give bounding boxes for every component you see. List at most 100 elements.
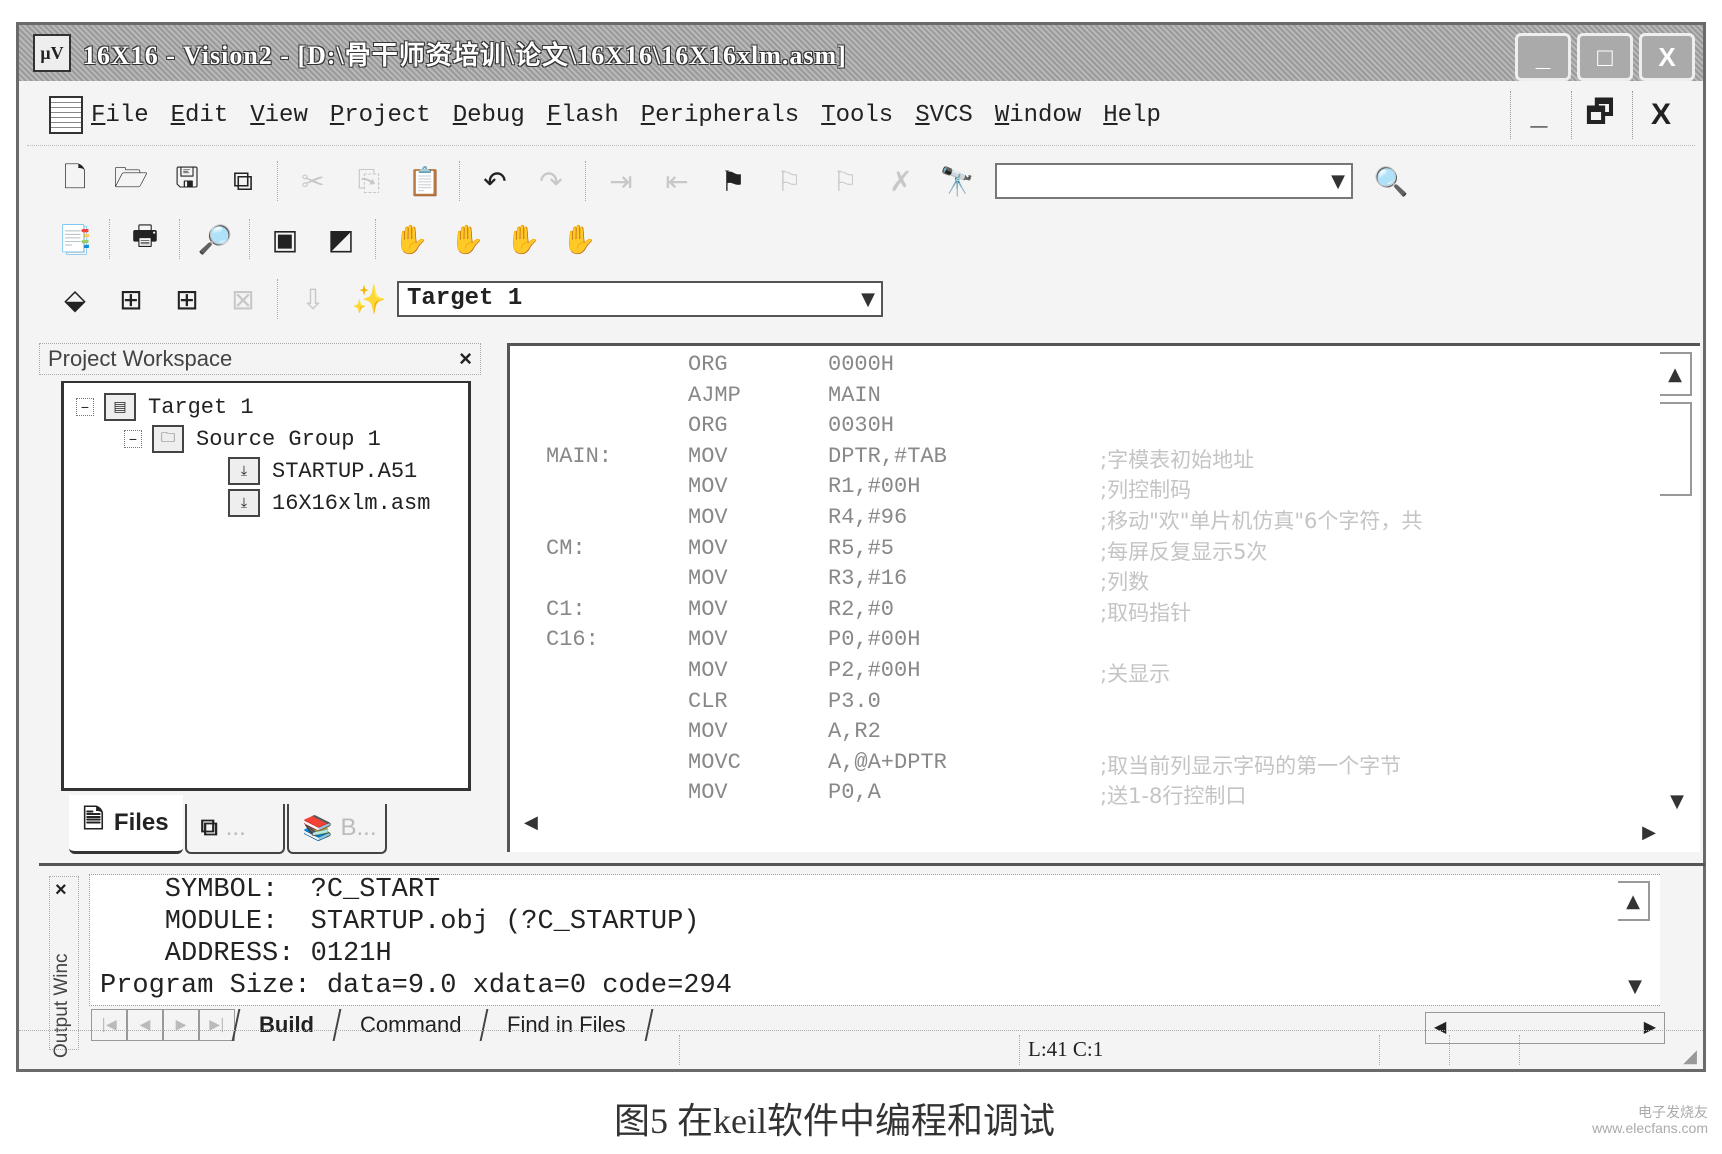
tree-node-target[interactable]: − ▤ Target 1 [76, 393, 254, 421]
bookmark-prev-icon[interactable]: ⚐ [769, 161, 809, 201]
find-icon[interactable]: 🔎 [195, 219, 235, 259]
binoculars-icon[interactable]: 🔍 [1371, 161, 1411, 201]
stop-build-icon[interactable]: ⊠ [223, 279, 263, 319]
code-comment: ;取码指针 [1100, 600, 1192, 625]
tab-books[interactable]: 📚 B... [286, 804, 387, 854]
scroll-down-button[interactable]: ▼ [1620, 971, 1650, 1001]
load-icon[interactable]: ⇩ [293, 279, 333, 319]
toolbar-separator [375, 219, 377, 259]
paste-icon[interactable]: 📋 [405, 161, 445, 201]
copy-icon[interactable]: ⎘ [349, 161, 389, 201]
bookmark-toggle-icon[interactable]: ⚑ [713, 161, 753, 201]
cursor-position: L:41 C:1 [1019, 1035, 1379, 1065]
document-icon[interactable] [49, 96, 83, 134]
find-in-files-icon[interactable]: 🔭 [937, 161, 977, 201]
tree-node-label: STARTUP.A51 [272, 458, 418, 484]
code-comment: ;每屏反复显示5次 [1100, 539, 1268, 564]
redo-icon[interactable]: ↷ [531, 161, 571, 201]
output-line: Program Size: data=9.0 xdata=0 code=294 [100, 971, 732, 1001]
menu-file[interactable]: File [91, 102, 149, 129]
code-opcode: ORG [688, 413, 728, 439]
vertical-scrollbar-thumb[interactable] [1660, 402, 1692, 496]
output-toggle-icon[interactable]: ◩ [321, 219, 361, 259]
scroll-up-button[interactable]: ▲ [1618, 881, 1650, 921]
menu-debug[interactable]: Debug [453, 102, 525, 129]
resize-grip-icon[interactable]: ◢ [1683, 1046, 1697, 1067]
scroll-right-button[interactable]: ▶ [1642, 822, 1656, 843]
watermark-logo-text: 电子发烧友 [1638, 1104, 1708, 1120]
save-all-icon[interactable]: ⧉ [223, 161, 263, 201]
menu-peripherals[interactable]: Peripherals [641, 102, 799, 129]
close-button[interactable]: X [1639, 33, 1695, 81]
output-window-handle[interactable]: × Output Winc [49, 876, 79, 1058]
menu-project[interactable]: Project [330, 102, 431, 129]
code-operand: R3,#16 [828, 566, 908, 592]
toolbar-separator [585, 161, 587, 201]
menu-svcs[interactable]: SVCS [915, 102, 973, 129]
mdi-close-button[interactable]: X [1632, 91, 1689, 139]
mdi-minimize-button[interactable]: _ [1510, 91, 1567, 139]
menu-tools[interactable]: Tools [821, 102, 893, 129]
build-output[interactable]: SYMBOL: ?C_START MODULE: STARTUP.obj (?C… [89, 874, 1660, 1006]
status-bar: L:41 C:1 ◢ [19, 1030, 1703, 1069]
mdi-restore-button[interactable]: 🗗 [1571, 91, 1628, 139]
collapse-icon[interactable]: − [76, 398, 94, 416]
new-file-icon[interactable]: 🗋 [55, 161, 95, 201]
tab-regs[interactable]: ⧉ ... [184, 804, 285, 854]
project-workspace-panel: Project Workspace × − ▤ Target 1 − 🗀 Sou… [39, 343, 481, 854]
menu-edit[interactable]: Edit [171, 102, 229, 129]
workspace-toggle-icon[interactable]: ▣ [265, 219, 305, 259]
code-opcode: MOV [688, 443, 728, 469]
bookmark-clear-icon[interactable]: ✗ [881, 161, 921, 201]
code-operand: 0000H [828, 352, 895, 377]
minimize-button[interactable]: _ [1515, 33, 1571, 81]
breakpoint-disable-icon[interactable]: ✋ [503, 219, 543, 259]
tab-files[interactable]: 🗎 Files [69, 795, 183, 854]
workspace-tabs: 🗎 Files ⧉ ... 📚 B... [69, 795, 389, 854]
breakpoint-kill-icon[interactable]: ✋ [559, 219, 599, 259]
code-opcode: AJMP [688, 382, 741, 408]
translate-icon[interactable]: ⬙ [55, 279, 95, 319]
bookmark-next-icon[interactable]: ⚐ [825, 161, 865, 201]
title-bar[interactable]: μV 16X16 - Vision2 - [D:\骨干师资培训\论文\16X16… [19, 25, 1703, 81]
code-comment: ;列数 [1100, 570, 1150, 595]
uv-icon: μV [33, 34, 71, 72]
folder-icon: 🗀 [152, 425, 184, 453]
tree-node-file[interactable]: ⤓ 16X16xlm.asm [228, 489, 430, 517]
close-icon[interactable]: × [55, 879, 67, 902]
project-tree: − ▤ Target 1 − 🗀 Source Group 1 ⤓ STARTU… [61, 381, 471, 791]
print-icon[interactable]: 🖶 [125, 219, 165, 259]
menu-flash[interactable]: Flash [547, 102, 619, 129]
indent-icon[interactable]: ⇥ [601, 161, 641, 201]
code-editor[interactable]: ORG 0000H AJMP MAIN ORG 0030H MAIN: MOV DPTR,#TA… [507, 343, 1700, 852]
code-operand: P0,A [828, 780, 881, 806]
scroll-up-button[interactable]: ▲ [1660, 352, 1692, 396]
menu-window[interactable]: Window [995, 102, 1081, 129]
halt-icon[interactable]: ✋ [391, 219, 431, 259]
status-cell [1379, 1035, 1449, 1065]
scroll-down-button[interactable]: ▼ [1662, 786, 1692, 816]
close-icon[interactable]: × [459, 346, 472, 372]
breakpoint-toggle-icon[interactable]: ✋ [447, 219, 487, 259]
tree-node-source-group[interactable]: − 🗀 Source Group 1 [124, 425, 381, 453]
collapse-icon[interactable]: − [124, 430, 142, 448]
unindent-icon[interactable]: ⇤ [657, 161, 697, 201]
project-window-icon[interactable]: 📑 [55, 219, 95, 259]
code-opcode: MOVC [688, 749, 741, 775]
undo-icon[interactable]: ↶ [475, 161, 515, 201]
cut-icon[interactable]: ✂ [293, 161, 333, 201]
options-for-target-icon[interactable]: ✨ [349, 279, 389, 319]
chevron-down-icon[interactable]: ▼ [1331, 171, 1345, 192]
scroll-left-button[interactable]: ◀ [524, 812, 538, 833]
rebuild-all-icon[interactable]: ⊞ [167, 279, 207, 319]
tree-node-file[interactable]: ⤓ STARTUP.A51 [228, 457, 417, 485]
find-combo[interactable]: ▼ [995, 163, 1353, 199]
menu-help[interactable]: Help [1103, 102, 1161, 129]
menu-view[interactable]: View [250, 102, 308, 129]
maximize-button[interactable]: □ [1577, 33, 1633, 81]
save-icon[interactable]: 🖫 [167, 161, 207, 201]
build-target-icon[interactable]: ⊞ [111, 279, 151, 319]
target-select[interactable]: Target 1 ▼ [397, 281, 883, 317]
chevron-down-icon[interactable]: ▼ [861, 289, 875, 310]
open-file-icon[interactable]: 🗁 [111, 161, 151, 201]
